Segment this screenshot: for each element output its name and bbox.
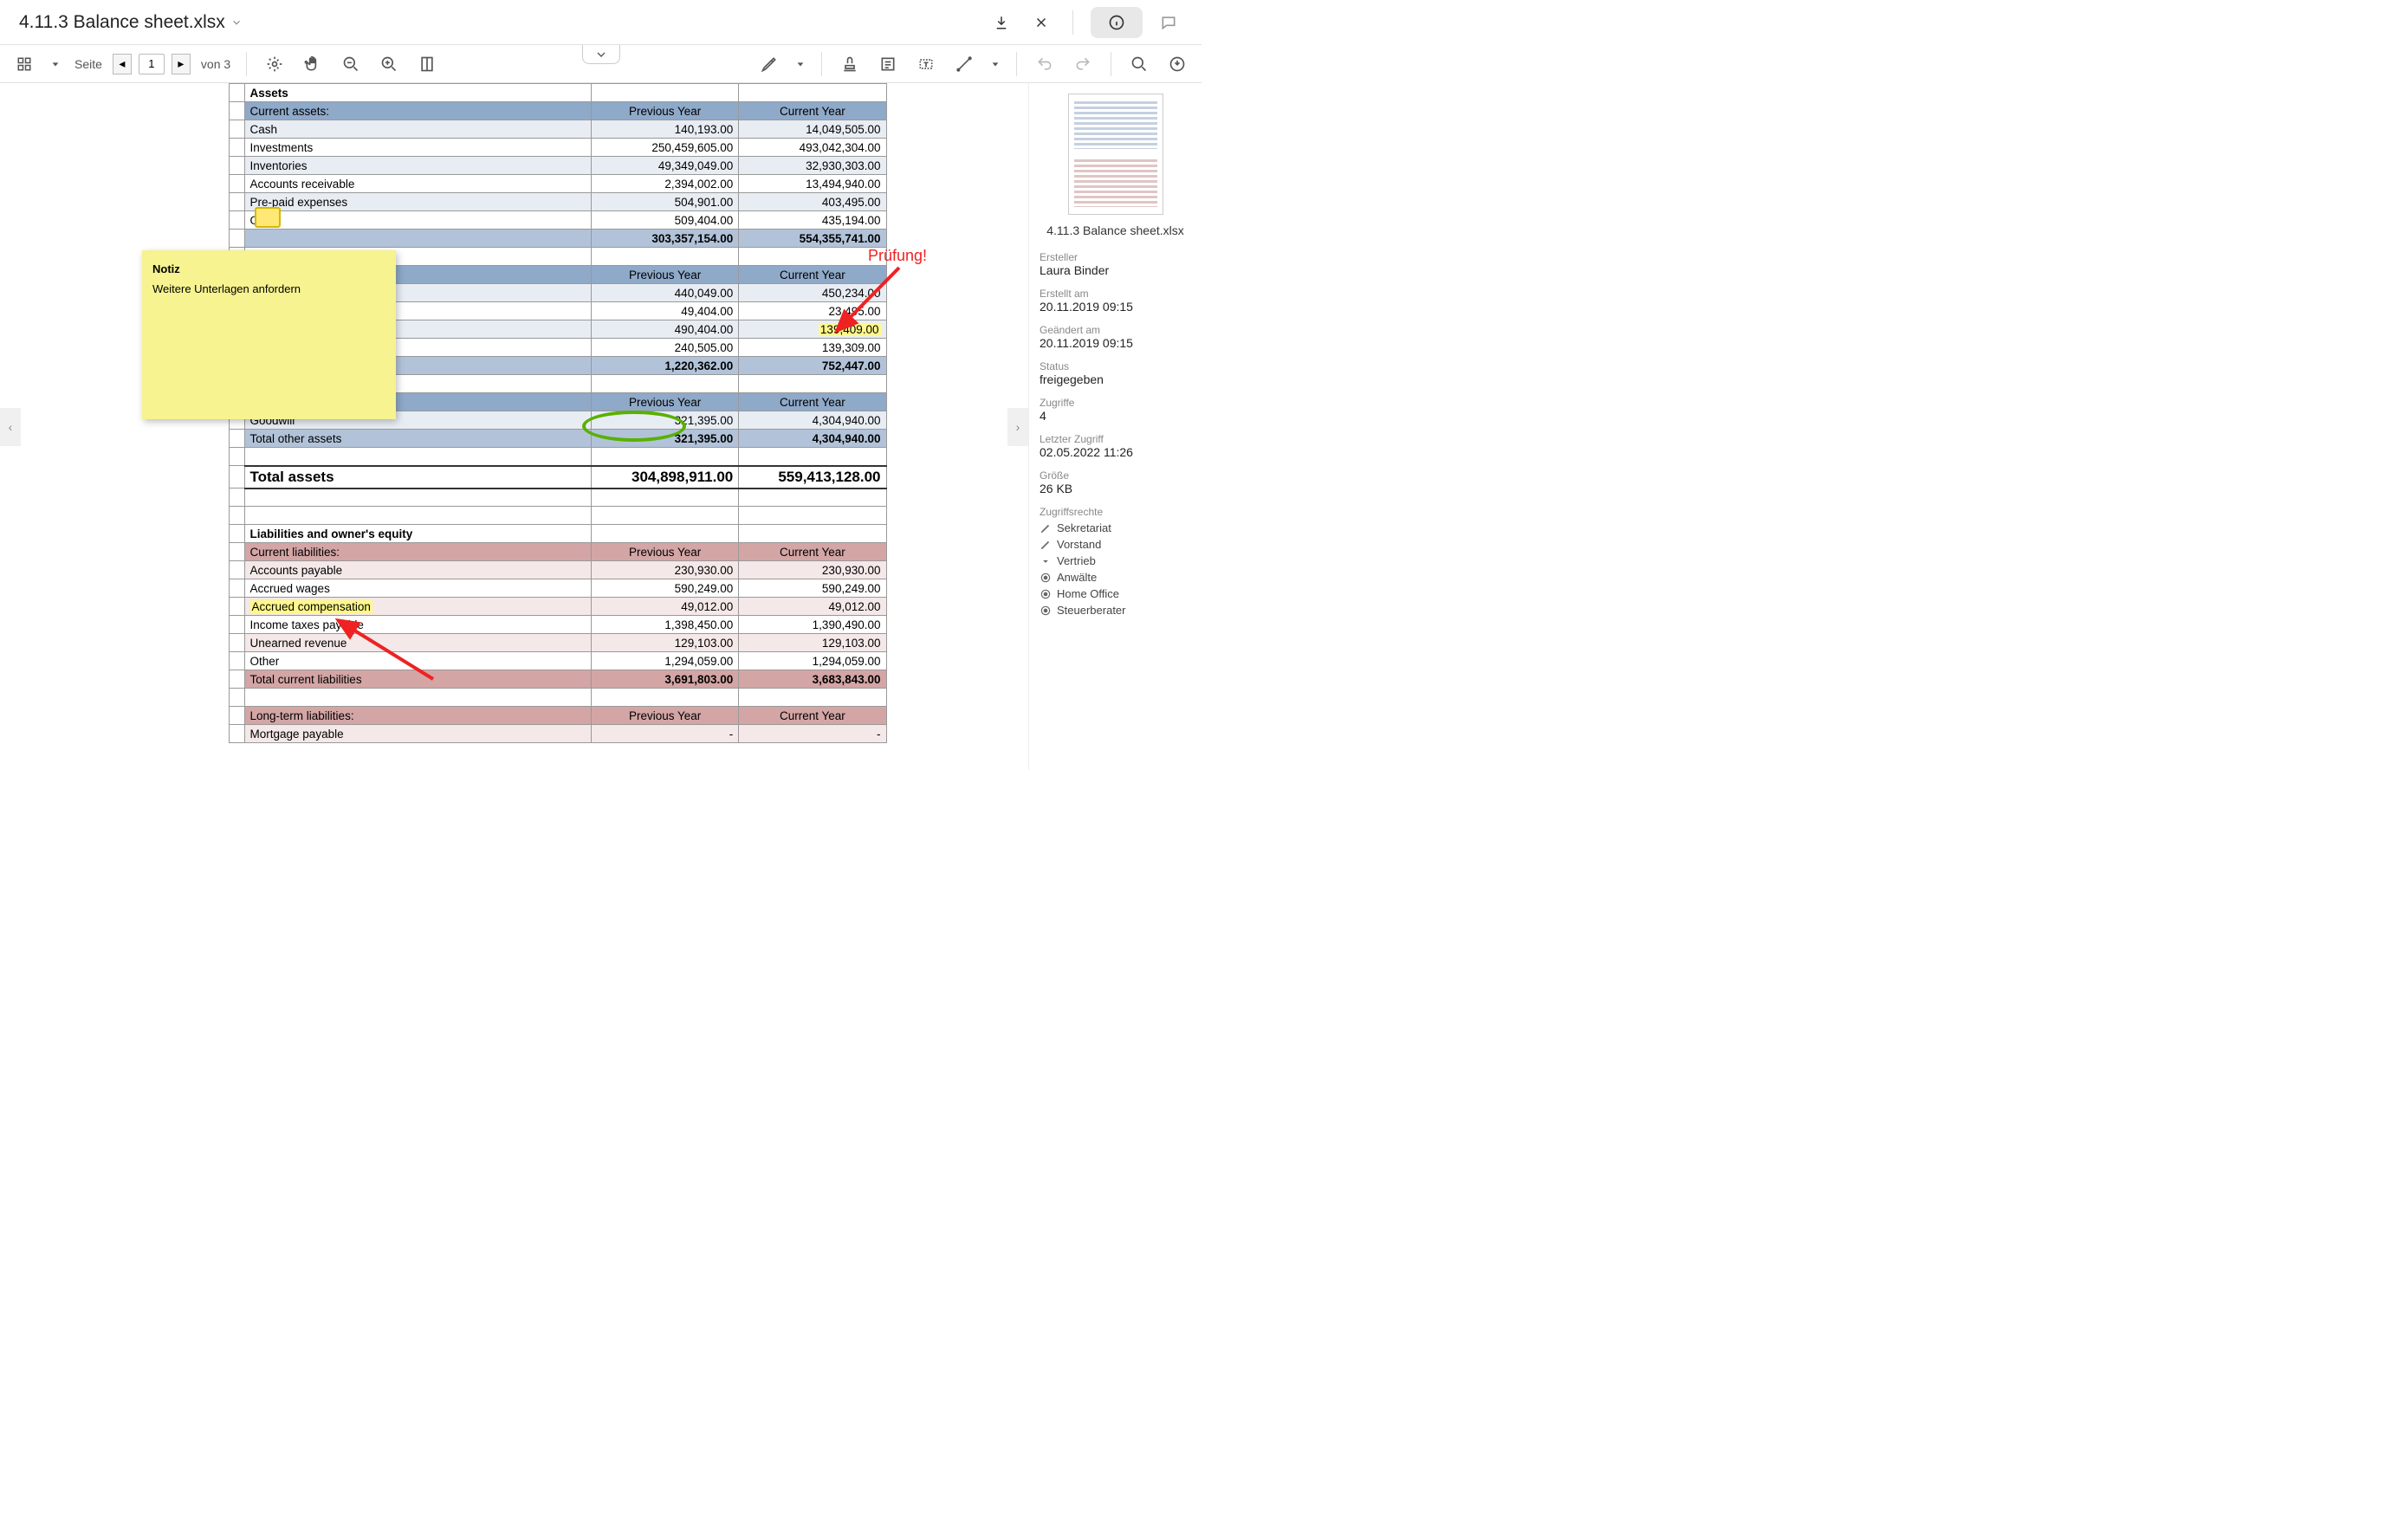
document-viewer: ‹ › AssetsCurrent assets:Previous YearCu…: [0, 83, 1028, 770]
grid-view-button[interactable]: [9, 50, 40, 78]
separator: [1072, 10, 1073, 35]
info-button[interactable]: [1091, 7, 1143, 38]
eye-icon: [1040, 588, 1052, 600]
titlebar: 4.11.3 Balance sheet.xlsx: [0, 0, 1202, 45]
line-drop[interactable]: [987, 50, 1004, 78]
close-button[interactable]: [1027, 9, 1055, 36]
dropdown-arrow[interactable]: [47, 50, 64, 78]
prev-doc-arrow[interactable]: ‹: [0, 408, 21, 446]
access-right-row: Steuerberater: [1040, 604, 1191, 617]
page-thumbnail[interactable]: [1068, 94, 1163, 215]
rights-label: Zugriffsrechte: [1040, 506, 1191, 518]
comment-button[interactable]: [1155, 9, 1182, 36]
zoom-out-button[interactable]: [335, 50, 366, 78]
highlighter-button[interactable]: [754, 50, 785, 78]
eye-icon: [1040, 572, 1052, 584]
note-button[interactable]: [872, 50, 904, 78]
eye-icon: [1040, 605, 1052, 617]
note-marker-icon[interactable]: [255, 207, 281, 228]
export-button[interactable]: [1162, 50, 1193, 78]
pencil-icon: [1040, 522, 1052, 534]
page-layout-button[interactable]: [411, 50, 443, 78]
text-box-button[interactable]: [910, 50, 942, 78]
prev-page-button[interactable]: ◂: [113, 54, 132, 74]
pencil-icon: [1040, 539, 1052, 551]
redo-button[interactable]: [1067, 50, 1098, 78]
document-title[interactable]: 4.11.3 Balance sheet.xlsx: [19, 12, 243, 33]
collapse-toolbar-tab[interactable]: [582, 45, 620, 64]
sticky-note[interactable]: Notiz Weitere Unterlagen anfordern: [142, 250, 396, 419]
title-text: 4.11.3 Balance sheet.xlsx: [19, 12, 225, 33]
zoom-in-button[interactable]: [373, 50, 405, 78]
highlighter-drop[interactable]: [792, 50, 809, 78]
search-button[interactable]: [1124, 50, 1155, 78]
annotation-text-pruefung: Prüfung!: [868, 247, 927, 265]
info-sidebar: 4.11.3 Balance sheet.xlsx ErstellerLaura…: [1028, 83, 1202, 770]
down-icon: [1040, 555, 1052, 567]
sticky-body: Weitere Unterlagen anfordern: [152, 282, 301, 295]
pan-button[interactable]: [297, 50, 328, 78]
spreadsheet: AssetsCurrent assets:Previous YearCurren…: [229, 83, 887, 770]
settings-button[interactable]: [259, 50, 290, 78]
sticky-title: Notiz: [152, 262, 385, 275]
access-right-row: Anwälte: [1040, 571, 1191, 584]
page-of-label: von 3: [201, 57, 230, 71]
undo-button[interactable]: [1029, 50, 1060, 78]
arrow-annotation-1: [830, 263, 908, 341]
arrow-annotation-2: [329, 610, 442, 688]
page-label: Seite: [74, 57, 102, 71]
download-button[interactable]: [988, 9, 1015, 36]
stamp-button[interactable]: [834, 50, 865, 78]
sidebar-doc-name: 4.11.3 Balance sheet.xlsx: [1040, 223, 1191, 237]
access-right-row: Vertrieb: [1040, 554, 1191, 567]
chevron-down-icon: [230, 16, 243, 29]
line-button[interactable]: [949, 50, 980, 78]
access-right-row: Vorstand: [1040, 538, 1191, 551]
next-page-button[interactable]: ▸: [172, 54, 191, 74]
access-right-row: Sekretariat: [1040, 521, 1191, 534]
page-input[interactable]: [139, 54, 165, 74]
access-right-row: Home Office: [1040, 587, 1191, 600]
